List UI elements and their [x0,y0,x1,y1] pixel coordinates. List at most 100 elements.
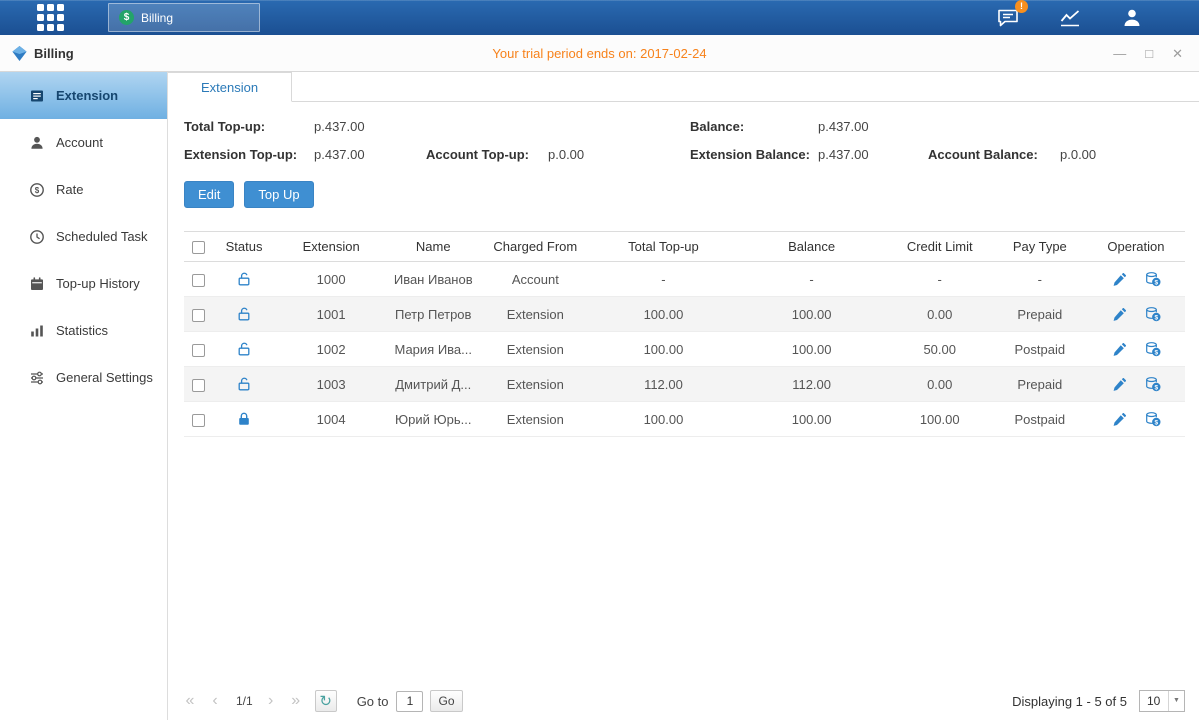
messages-icon[interactable]: ! [995,6,1021,30]
column-header-status: Status [212,232,276,262]
sidebar-item-statistics[interactable]: Statistics [0,307,167,354]
cell-credit-limit: 100.00 [887,402,993,437]
cell-credit-limit: 0.00 [887,367,993,402]
unlocked-icon[interactable] [236,271,252,287]
sidebar-item-scheduled-task[interactable]: Scheduled Task [0,213,167,260]
minimize-button[interactable]: — [1113,47,1126,60]
taskbar-billing-item[interactable]: $ Billing [108,3,260,32]
maximize-button[interactable]: □ [1145,47,1153,60]
total-topup-label: Total Top-up: [184,119,314,134]
extension-table: Status Extension Name Charged From Total… [184,231,1185,437]
svg-text:$: $ [1154,419,1158,426]
extension-topup-value: p.437.00 [314,147,426,162]
window-title: Billing [34,46,74,61]
column-header-balance: Balance [737,232,887,262]
account-topup-label: Account Top-up: [426,147,548,162]
unlocked-icon[interactable] [236,341,252,357]
locked-icon[interactable] [236,411,252,427]
cell-total-topup: - [590,262,736,297]
top-up-extension-icon[interactable]: $ [1145,411,1161,427]
cell-credit-limit: 50.00 [887,332,993,367]
prev-page-button[interactable]: ‹ [209,693,221,709]
cell-name: Петр Петров [386,297,480,332]
cell-charged-from: Account [480,262,590,297]
cell-pay-type: Prepaid [993,297,1087,332]
top-up-extension-icon[interactable]: $ [1145,341,1161,357]
sidebar-item-label: Statistics [56,323,108,338]
tab-extension[interactable]: Extension [168,72,292,102]
first-page-button[interactable]: « [184,693,196,709]
page-size-select[interactable]: 10 ▼ [1139,690,1185,712]
refresh-icon: ↻ [319,694,332,709]
unlocked-icon[interactable] [236,306,252,322]
top-up-extension-icon[interactable]: $ [1145,376,1161,392]
edit-extension-icon[interactable] [1111,306,1127,322]
sidebar-item-extension[interactable]: Extension [0,72,167,119]
edit-extension-icon[interactable] [1111,271,1127,287]
next-page-button[interactable]: › [265,693,277,709]
cell-charged-from: Extension [480,297,590,332]
top-up-button[interactable]: Top Up [244,181,313,208]
cell-balance: - [737,262,887,297]
extension-row: 1002 Мария Ива... Extension 100.00 100.0… [184,332,1185,367]
cell-pay-type: - [993,262,1087,297]
svg-text:$: $ [35,186,40,195]
account-balance-label: Account Balance: [928,147,1060,162]
row-checkbox[interactable] [192,309,205,322]
cell-pay-type: Postpaid [993,402,1087,437]
last-page-button[interactable]: » [290,693,302,709]
cell-credit-limit: - [887,262,993,297]
column-header-charged-from: Charged From [480,232,590,262]
tab-strip: Extension [168,72,1199,102]
edit-button[interactable]: Edit [184,181,234,208]
close-button[interactable]: ✕ [1172,47,1183,60]
resource-monitor-icon[interactable] [1057,6,1083,30]
cell-extension: 1000 [276,262,386,297]
account-topup-value: p.0.00 [548,147,690,162]
user-account-icon[interactable] [1119,6,1145,30]
page-size-value: 10 [1140,694,1160,708]
edit-extension-icon[interactable] [1111,341,1127,357]
extension-balance-label: Extension Balance: [690,147,818,162]
edit-extension-icon[interactable] [1111,411,1127,427]
column-header-operation: Operation [1087,232,1185,262]
cell-charged-from: Extension [480,332,590,367]
extension-row: 1003 Дмитрий Д... Extension 112.00 112.0… [184,367,1185,402]
sidebar-item-topup-history[interactable]: Top-up History [0,260,167,307]
select-all-checkbox[interactable] [192,241,205,254]
top-up-extension-icon[interactable]: $ [1145,271,1161,287]
extension-table-wrap: Status Extension Name Charged From Total… [184,231,1185,437]
total-topup-value: p.437.00 [314,119,426,134]
cell-charged-from: Extension [480,367,590,402]
sidebar-item-general-settings[interactable]: General Settings [0,354,167,401]
apps-launcher-icon[interactable] [37,4,64,31]
sidebar-item-rate[interactable]: $ Rate [0,166,167,213]
goto-page-input[interactable] [396,691,423,712]
go-button[interactable]: Go [430,690,462,712]
cell-name: Дмитрий Д... [386,367,480,402]
sidebar-item-label: Scheduled Task [56,229,148,244]
cell-charged-from: Extension [480,402,590,437]
cell-extension: 1004 [276,402,386,437]
sidebar-item-account[interactable]: Account [0,119,167,166]
extension-row: 1001 Петр Петров Extension 100.00 100.00… [184,297,1185,332]
row-checkbox[interactable] [192,274,205,287]
billing-app-icon [11,45,28,62]
workspace: Extension Account $ Rate Scheduled Task [0,72,1199,720]
pagination-bar: « ‹ 1/1 › » ↻ Go to Go Displaying 1 - 5 … [184,689,1185,713]
edit-extension-icon[interactable] [1111,376,1127,392]
cell-total-topup: 100.00 [590,332,736,367]
top-up-extension-icon[interactable]: $ [1145,306,1161,322]
window-controls: — □ ✕ [1113,47,1183,60]
account-icon [29,135,45,151]
extension-icon [29,88,45,104]
svg-text:$: $ [1154,314,1158,321]
row-checkbox[interactable] [192,344,205,357]
refresh-button[interactable]: ↻ [315,690,337,712]
unlocked-icon[interactable] [236,376,252,392]
row-checkbox[interactable] [192,379,205,392]
cell-pay-type: Postpaid [993,332,1087,367]
row-checkbox[interactable] [192,414,205,427]
cell-total-topup: 112.00 [590,367,736,402]
action-buttons: Edit Top Up [184,181,1199,208]
